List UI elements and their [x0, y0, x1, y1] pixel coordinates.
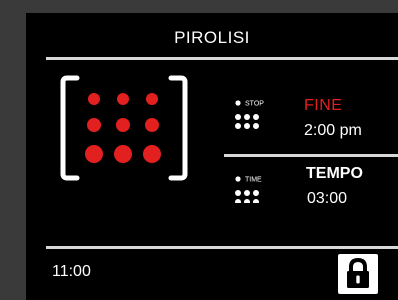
- stop-icon-caption: STOP: [245, 101, 264, 108]
- stop-icon: STOP: [230, 95, 270, 135]
- time-icon-caption: TIME: [245, 177, 262, 184]
- current-time: 11:00: [52, 263, 91, 280]
- divider-middle: [224, 154, 398, 157]
- duration-value: 03:00: [307, 190, 348, 207]
- divider-top: [46, 57, 398, 60]
- lock-button[interactable]: [338, 254, 378, 294]
- oven-display-screen: PIROLISI STOP FINE 2:00 pm TIME TEMPO 03…: [26, 13, 398, 300]
- end-time-value: 2:00 pm: [304, 122, 362, 139]
- divider-bottom: [46, 246, 398, 249]
- end-time-label: FINE: [304, 97, 343, 114]
- program-title: PIROLISI: [174, 28, 250, 47]
- padlock-icon: [347, 257, 369, 288]
- time-icon: TIME: [230, 163, 270, 205]
- oven-cavity-heat-icon: [59, 74, 189, 184]
- duration-label: TEMPO: [306, 165, 363, 182]
